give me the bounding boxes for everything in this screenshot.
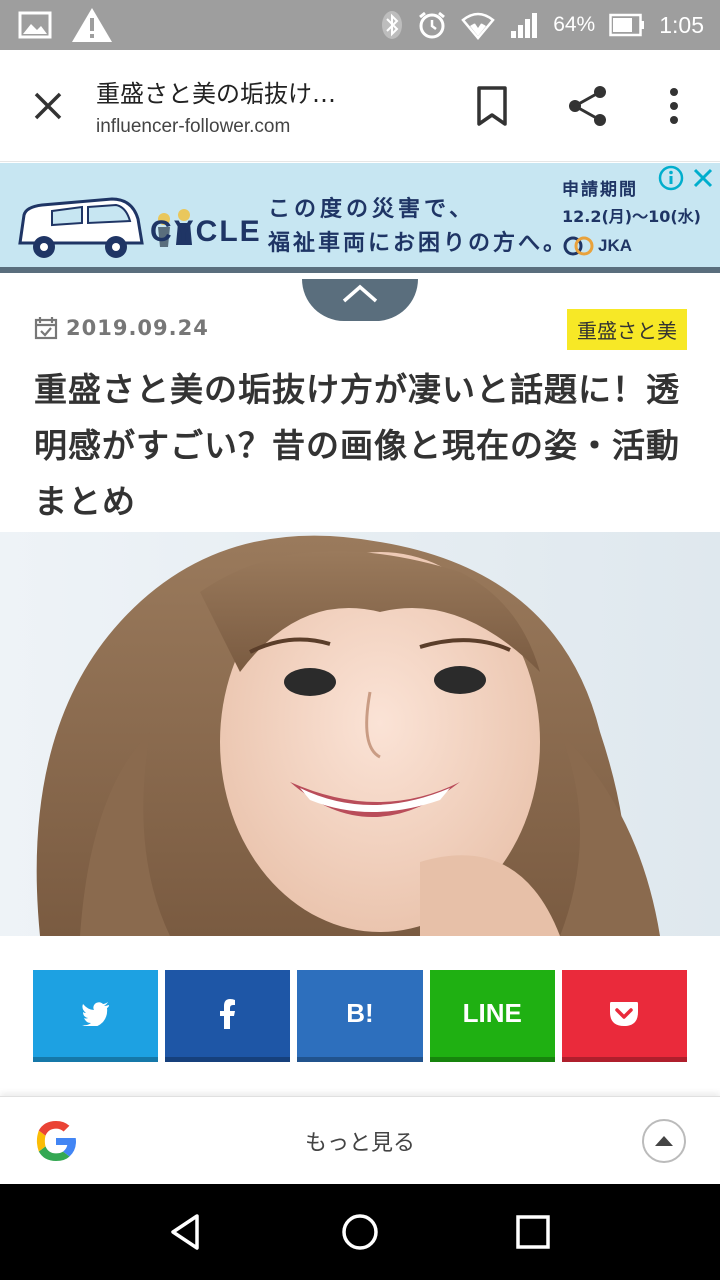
- portrait-photo: [0, 532, 720, 936]
- ad-info-icon[interactable]: [658, 165, 684, 191]
- jka-logo-icon: [563, 236, 594, 256]
- ad-period-label: 申請期間: [562, 180, 638, 200]
- home-icon[interactable]: [340, 1212, 380, 1252]
- ad-line-2: 福祉車両にお困りの方へ。: [268, 231, 569, 256]
- twitter-share-button[interactable]: [33, 970, 159, 1062]
- ad-brand: CYCLE: [150, 215, 262, 248]
- google-more-bar: もっと見る: [0, 1096, 720, 1184]
- ad-line-1: この度の災害で、: [268, 197, 476, 222]
- share-icon[interactable]: [566, 84, 610, 128]
- expand-up-button[interactable]: [642, 1119, 686, 1163]
- ad-banner[interactable]: CYCLE この度の災害で、 福祉車両にお困りの方へ。 申請期間 12.2(月)…: [0, 163, 720, 273]
- twitter-icon: [81, 1001, 109, 1026]
- share-buttons: B! LINE: [33, 970, 688, 1062]
- ad-choices[interactable]: [658, 165, 716, 191]
- custom-tab-toolbar: 重盛さと美の垢抜け… influencer-follower.com: [0, 50, 720, 162]
- bluetooth-icon: [381, 10, 403, 40]
- ad-period: 12.2(月)〜10(水): [562, 207, 701, 226]
- pocket-save-button[interactable]: [561, 970, 688, 1062]
- line-share-button[interactable]: LINE: [429, 970, 555, 1062]
- hatena-label: B!: [346, 998, 374, 1028]
- screen: 64% 1:05 重盛さと美の垢抜け… influencer-follower.…: [0, 0, 720, 1280]
- close-icon[interactable]: [28, 86, 68, 126]
- wifi-icon: [461, 10, 495, 40]
- article-date: 2019.09.24: [66, 316, 209, 340]
- hatena-bookmark-button[interactable]: B!: [297, 970, 423, 1062]
- triangle-up-icon: [655, 1136, 673, 1146]
- ad-collapse-toggle[interactable]: [302, 279, 418, 321]
- category-tag[interactable]: 重盛さと美: [567, 309, 687, 350]
- status-bar: 64% 1:05: [0, 0, 720, 50]
- alarm-icon: [417, 10, 447, 40]
- back-icon[interactable]: [167, 1212, 207, 1252]
- article-hero-image: [0, 532, 720, 936]
- see-more-link[interactable]: もっと見る: [0, 1125, 720, 1157]
- ad-close-icon[interactable]: [690, 165, 716, 191]
- pocket-icon: [610, 1001, 639, 1026]
- facebook-icon: [219, 998, 235, 1029]
- bookmark-icon[interactable]: [474, 84, 510, 128]
- battery-percent: 64%: [553, 13, 596, 36]
- battery-icon: [609, 12, 645, 38]
- warning-icon: [70, 6, 114, 44]
- ad-sponsor: JKA: [562, 235, 632, 257]
- ad-sponsor-name: JKA: [598, 236, 633, 255]
- article-meta: 2019.09.24: [34, 316, 209, 340]
- signal-icon: [509, 11, 539, 39]
- calendar-check-icon: [34, 317, 58, 340]
- facebook-share-button[interactable]: [165, 970, 291, 1062]
- recents-icon[interactable]: [513, 1212, 553, 1252]
- more-options-icon[interactable]: [660, 84, 688, 128]
- chevron-up-icon: [342, 284, 378, 303]
- article-headline: 重盛さと美の垢抜け方が凄いと話題に！透明感がすごい？昔の画像と現在の姿・活動まと…: [34, 370, 680, 521]
- clock-time: 1:05: [659, 11, 704, 38]
- page-url: influencer-follower.com: [96, 116, 291, 137]
- gallery-notification-icon: [18, 10, 52, 40]
- navigation-bar: [0, 1184, 720, 1280]
- page-title: 重盛さと美の垢抜け…: [96, 80, 336, 108]
- line-label: LINE: [462, 998, 522, 1028]
